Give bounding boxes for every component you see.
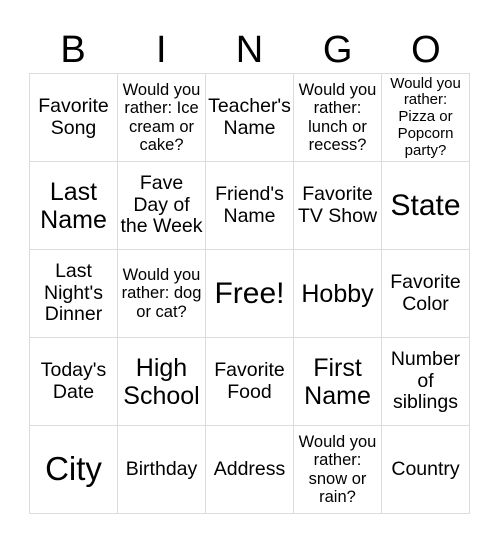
free-space-cell[interactable]: Free! — [206, 250, 294, 338]
bingo-cell[interactable]: Would you rather: Ice cream or cake? — [118, 74, 206, 162]
header-letter-b: B — [60, 29, 86, 71]
bingo-cell[interactable]: High School — [118, 338, 206, 426]
bingo-cell[interactable]: Number of siblings — [382, 338, 470, 426]
bingo-cell[interactable]: Would you rather: Pizza or Popcorn party… — [382, 74, 470, 162]
header-letter-o: O — [411, 29, 441, 71]
bingo-cell[interactable]: Hobby — [294, 250, 382, 338]
bingo-cell[interactable]: Would you rather: lunch or recess? — [294, 74, 382, 162]
bingo-cell[interactable]: Favorite Song — [30, 74, 118, 162]
bingo-cell[interactable]: Favorite TV Show — [294, 162, 382, 250]
bingo-cell[interactable]: Teacher's Name — [206, 74, 294, 162]
bingo-cell[interactable]: Address — [206, 426, 294, 514]
bingo-cell[interactable]: City — [30, 426, 118, 514]
bingo-cell[interactable]: Favorite Food — [206, 338, 294, 426]
bingo-cell[interactable]: Last Name — [30, 162, 118, 250]
bingo-cell[interactable]: Fave Day of the Week — [118, 162, 206, 250]
header-letter-n: N — [235, 29, 264, 71]
bingo-cell[interactable]: Would you rather: dog or cat? — [118, 250, 206, 338]
header-letter-i: I — [156, 29, 167, 71]
bingo-cell[interactable]: Birthday — [118, 426, 206, 514]
bingo-header: B I N G O — [29, 28, 470, 72]
bingo-cell[interactable]: Favorite Color — [382, 250, 470, 338]
bingo-cell[interactable]: Would you rather: snow or rain? — [294, 426, 382, 514]
bingo-grid: Favorite Song Would you rather: Ice crea… — [29, 73, 470, 514]
bingo-cell[interactable]: Today's Date — [30, 338, 118, 426]
bingo-cell[interactable]: Last Night's Dinner — [30, 250, 118, 338]
header-letter-g: G — [322, 29, 353, 71]
bingo-cell[interactable]: Country — [382, 426, 470, 514]
bingo-cell[interactable]: First Name — [294, 338, 382, 426]
bingo-cell[interactable]: Friend's Name — [206, 162, 294, 250]
bingo-cell[interactable]: State — [382, 162, 470, 250]
